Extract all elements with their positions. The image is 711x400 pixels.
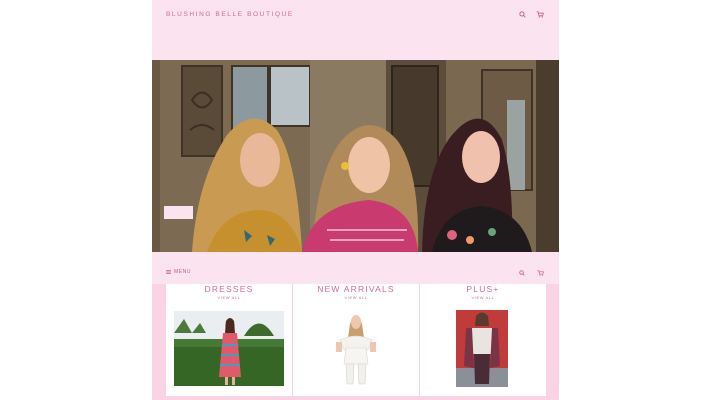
dresses-image[interactable] bbox=[174, 311, 284, 386]
category-card-plus[interactable]: PLUS+ VIEW ALL bbox=[420, 284, 546, 396]
category-card-dresses[interactable]: DRESSES VIEW ALL bbox=[166, 284, 292, 396]
hero-cta-button[interactable] bbox=[164, 206, 193, 219]
category-card-new-arrivals[interactable]: NEW ARRIVALS VIEW ALL bbox=[293, 284, 419, 396]
nav-actions bbox=[517, 268, 545, 278]
cart-icon[interactable] bbox=[535, 9, 545, 19]
menu-toggle[interactable]: MENU bbox=[166, 269, 191, 275]
new-arrivals-image[interactable] bbox=[332, 310, 380, 387]
category-title[interactable]: NEW ARRIVALS bbox=[293, 284, 419, 294]
view-all-link[interactable]: VIEW ALL bbox=[293, 295, 419, 300]
storefront-page: BLUSHING BELLE BOUTIQUE MENU DRESSES VIE… bbox=[152, 0, 559, 400]
category-title[interactable]: DRESSES bbox=[166, 284, 292, 294]
category-section: DRESSES VIEW ALL NEW ARRIVALS VIEW ALL P… bbox=[152, 284, 559, 400]
store-logo[interactable]: BLUSHING BELLE BOUTIQUE bbox=[166, 11, 294, 18]
header-bar: BLUSHING BELLE BOUTIQUE bbox=[152, 0, 559, 60]
cart-icon[interactable] bbox=[535, 268, 545, 278]
header-actions bbox=[517, 9, 545, 19]
menu-label: MENU bbox=[174, 269, 192, 275]
view-all-link[interactable]: VIEW ALL bbox=[420, 295, 546, 300]
hero-image bbox=[152, 60, 559, 252]
view-all-link[interactable]: VIEW ALL bbox=[166, 295, 292, 300]
hamburger-icon bbox=[166, 270, 171, 274]
navigation-bar: MENU bbox=[152, 252, 559, 284]
search-icon[interactable] bbox=[517, 9, 527, 19]
category-title[interactable]: PLUS+ bbox=[420, 284, 546, 294]
plus-image[interactable] bbox=[456, 310, 508, 387]
search-icon[interactable] bbox=[517, 268, 527, 278]
hero-banner[interactable] bbox=[152, 60, 559, 252]
